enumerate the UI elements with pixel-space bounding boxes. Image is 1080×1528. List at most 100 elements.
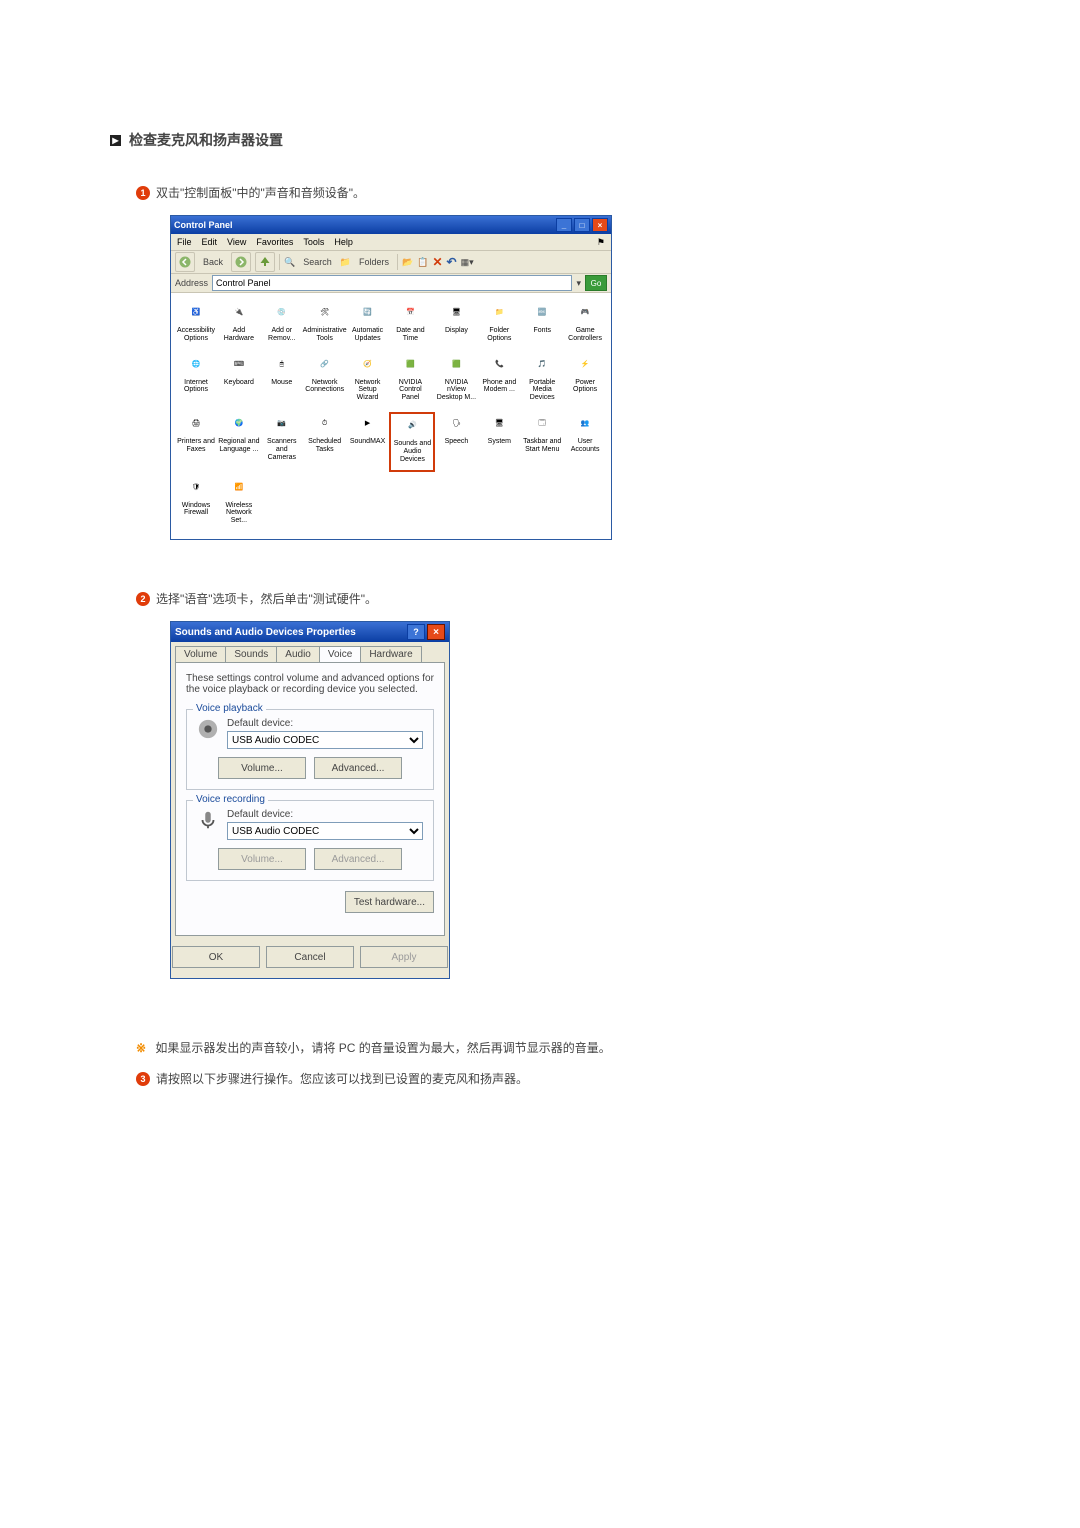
playback-advanced-button[interactable]: Advanced... xyxy=(314,757,402,779)
go-button[interactable]: Go xyxy=(585,275,607,291)
control-panel-item[interactable]: ♿ Accessibility Options xyxy=(175,301,217,349)
cp-item-label: User Accounts xyxy=(564,438,606,453)
menu-favorites[interactable]: Favorites xyxy=(256,237,293,247)
separator-icon xyxy=(397,254,398,270)
search-label[interactable]: Search xyxy=(299,257,336,267)
control-panel-item[interactable]: 🛠Administrative Tools xyxy=(304,301,346,349)
cp-item-icon: 🟩 xyxy=(444,353,468,377)
control-panel-item[interactable]: 🎮Game Controllers xyxy=(564,301,606,349)
control-panel-item[interactable]: 📁 Folder Options xyxy=(478,301,520,349)
control-panel-item[interactable]: 🧭Network Setup Wizard xyxy=(347,353,389,408)
control-panel-item[interactable]: 🔊Sounds and Audio Devices xyxy=(389,412,435,471)
menu-edit[interactable]: Edit xyxy=(202,237,218,247)
cp-item-icon: ⏱ xyxy=(313,412,337,436)
cp-item-icon: 📁 xyxy=(487,301,511,325)
cp-item-icon: 🔌 xyxy=(227,301,251,325)
tab-hardware[interactable]: Hardware xyxy=(360,646,421,662)
control-panel-item[interactable]: ⌨Keyboard xyxy=(218,353,260,408)
undo-icon[interactable]: ↶ xyxy=(447,255,457,269)
cp-item-label: Scanners and Cameras xyxy=(261,438,303,461)
tab-voice[interactable]: Voice xyxy=(319,646,361,662)
control-panel-item[interactable]: 🌐Internet Options xyxy=(175,353,217,408)
control-panel-item[interactable]: 🖱Mouse xyxy=(261,353,303,408)
test-hardware-button[interactable]: Test hardware... xyxy=(345,891,434,913)
cp-item-label: Folder Options xyxy=(478,327,520,342)
cp-item-icon: 🧭 xyxy=(356,353,380,377)
control-panel-item[interactable]: 🔌Add Hardware xyxy=(218,301,260,349)
note-marker-icon: ※ xyxy=(136,1041,146,1055)
control-panel-item[interactable]: 🌍Regional and Language ... xyxy=(218,412,260,471)
folders-icon[interactable]: 📁 xyxy=(340,257,351,268)
cp-item-label: Regional and Language ... xyxy=(218,438,260,453)
search-icon[interactable]: 🔍 xyxy=(284,257,295,268)
control-panel-item[interactable]: 🔗Network Connections xyxy=(304,353,346,408)
cp-item-label: Date and Time xyxy=(389,327,431,342)
menu-view[interactable]: View xyxy=(227,237,246,247)
tab-sounds[interactable]: Sounds xyxy=(225,646,277,662)
cp-item-icon: 🖥 xyxy=(444,301,468,325)
cp-item-label: SoundMAX xyxy=(350,438,385,446)
cp-item-label: Windows Firewall xyxy=(175,502,217,517)
control-panel-item[interactable]: 📞Phone and Modem ... xyxy=(478,353,520,408)
move-to-icon[interactable]: 📂 xyxy=(402,257,413,268)
cancel-button[interactable]: Cancel xyxy=(266,946,354,968)
cp-item-icon: 🖥 xyxy=(487,412,511,436)
go-label: Go xyxy=(591,279,602,288)
playback-volume-button[interactable]: Volume... xyxy=(218,757,306,779)
step-1: 1 双击"控制面板"中的"声音和音频设备"。 xyxy=(136,184,970,201)
cp-item-icon: 📷 xyxy=(270,412,294,436)
maximize-button[interactable]: □ xyxy=(574,218,590,232)
cp-item-label: Phone and Modem ... xyxy=(478,379,520,394)
cp-item-label: Display xyxy=(445,327,468,335)
control-panel-item[interactable]: 🖥System xyxy=(478,412,520,471)
control-panel-item[interactable]: ▶ SoundMAX xyxy=(347,412,389,471)
minimize-button[interactable]: _ xyxy=(556,218,572,232)
control-panel-item[interactable]: 📅Date and Time xyxy=(389,301,431,349)
control-panel-item[interactable]: 🔄Automatic Updates xyxy=(347,301,389,349)
folders-label[interactable]: Folders xyxy=(355,257,393,267)
delete-icon[interactable]: ✕ xyxy=(432,255,442,269)
control-panel-item[interactable]: 🗣Speech xyxy=(435,412,477,471)
control-panel-item[interactable]: 🖨Printers and Faxes xyxy=(175,412,217,471)
menu-help[interactable]: Help xyxy=(334,237,353,247)
cp-item-label: NVIDIA nView Desktop M... xyxy=(435,379,477,402)
control-panel-item[interactable]: ⚡Power Options xyxy=(564,353,606,408)
cp-item-label: Accessibility Options xyxy=(175,327,217,342)
address-dropdown-icon[interactable]: ▾ xyxy=(576,278,581,289)
cp-item-icon: 🔊 xyxy=(400,414,424,438)
cp-item-icon: ▶ xyxy=(356,412,380,436)
window-title: Control Panel xyxy=(174,220,233,230)
up-button[interactable] xyxy=(255,252,275,272)
control-panel-item[interactable]: 🖥 Display xyxy=(435,301,477,349)
cp-item-icon: 🛠 xyxy=(313,301,337,325)
control-panel-item[interactable]: 🟩NVIDIA Control Panel xyxy=(389,353,431,408)
control-panel-item[interactable]: 👥User Accounts xyxy=(564,412,606,471)
playback-device-select[interactable]: USB Audio CODEC xyxy=(227,731,423,749)
back-button[interactable] xyxy=(175,252,195,272)
cp-item-icon: ♿ xyxy=(184,301,208,325)
tab-audio[interactable]: Audio xyxy=(276,646,320,662)
control-panel-item[interactable]: 🟩NVIDIA nView Desktop M... xyxy=(435,353,477,408)
address-input[interactable] xyxy=(212,275,572,291)
control-panel-item[interactable]: 🎵Portable Media Devices xyxy=(521,353,563,408)
forward-button[interactable] xyxy=(231,252,251,272)
recording-device-select[interactable]: USB Audio CODEC xyxy=(227,822,423,840)
control-panel-item[interactable]: 📶Wireless Network Set... xyxy=(218,476,260,531)
windows-flag-icon: ⚑ xyxy=(597,237,605,248)
close-button[interactable]: × xyxy=(592,218,608,232)
views-icon[interactable]: ▦▾ xyxy=(461,257,474,268)
control-panel-item[interactable]: 🔤Fonts xyxy=(521,301,563,349)
help-button[interactable]: ? xyxy=(407,624,425,640)
control-panel-item[interactable]: ⏱Scheduled Tasks xyxy=(304,412,346,471)
control-panel-item[interactable]: 🗔Taskbar and Start Menu xyxy=(521,412,563,471)
ok-button[interactable]: OK xyxy=(172,946,260,968)
menu-tools[interactable]: Tools xyxy=(303,237,324,247)
menu-file[interactable]: File xyxy=(177,237,192,247)
step-bullet-3-icon: 3 xyxy=(136,1072,150,1086)
control-panel-item[interactable]: 🛡Windows Firewall xyxy=(175,476,217,531)
control-panel-item[interactable]: 📷Scanners and Cameras xyxy=(261,412,303,471)
copy-to-icon[interactable]: 📋 xyxy=(417,257,428,268)
close-button[interactable]: × xyxy=(427,624,445,640)
control-panel-item[interactable]: 💿Add or Remov... xyxy=(261,301,303,349)
tab-volume[interactable]: Volume xyxy=(175,646,226,662)
